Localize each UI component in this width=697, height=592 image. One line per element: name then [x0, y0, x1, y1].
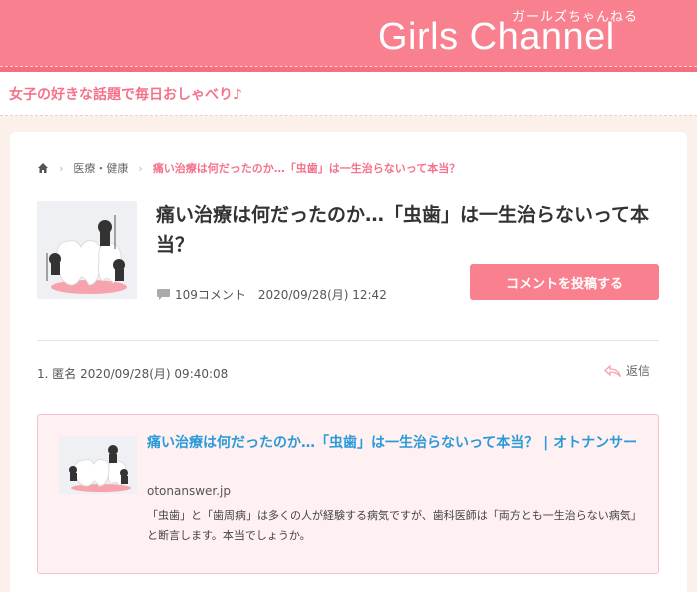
topic-date: 2020/09/28(月) 12:42 [257, 288, 387, 302]
reply-button[interactable]: 返信 [604, 362, 650, 379]
post-comment-button[interactable]: コメントを投稿する [470, 264, 659, 300]
site-logo[interactable]: Girls Channel [378, 16, 615, 59]
breadcrumb-current: 痛い治療は何だったのか…「虫歯」は一生治らないって本当？ [152, 162, 461, 175]
topic-thumbnail [37, 201, 137, 299]
reply-label: 返信 [626, 364, 651, 378]
link-preview-domain: otonanswer.jp [147, 484, 231, 498]
site-tagline: 女子の好きな話題で毎日おしゃべり♪ [9, 87, 242, 103]
home-icon[interactable] [37, 162, 49, 174]
topic-meta: 109コメント 2020/09/28(月) 12:42 [156, 286, 387, 303]
chevron-right-icon: › [59, 161, 64, 175]
link-preview-thumbnail[interactable] [59, 436, 137, 494]
divider [37, 340, 659, 341]
chevron-right-icon: › [138, 161, 143, 175]
link-preview-description: 「虫歯」と「歯周病」は多くの人が経験する病気ですが、歯科医師は「両方とも一生治ら… [147, 509, 642, 542]
link-preview-title[interactable]: 痛い治療は何だったのか…「虫歯」は一生治らないって本当？ | オトナンサー [147, 432, 642, 455]
topic-title: 痛い治療は何だったのか…「虫歯」は一生治らないって本当？ [156, 204, 650, 256]
breadcrumb-category[interactable]: 医療・健康 [73, 160, 128, 176]
comment-header: 1. 匿名 2020/09/28(月) 09:40:08 [37, 367, 229, 381]
reply-icon [604, 364, 622, 378]
breadcrumb: › 医療・健康 › 痛い治療は何だったのか…「虫歯」は一生治らないって本当？ [37, 160, 460, 176]
comment-count[interactable]: 109コメント [175, 286, 246, 303]
comment-icon [156, 288, 171, 301]
